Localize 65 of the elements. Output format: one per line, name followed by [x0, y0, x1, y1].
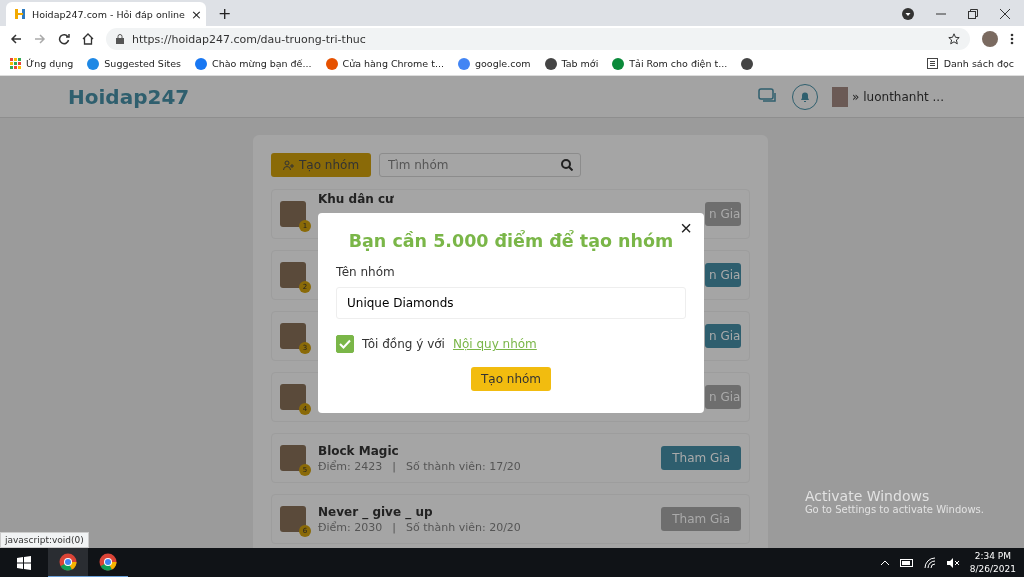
activation-subtitle: Go to Settings to activate Windows.: [804, 504, 984, 515]
submit-button[interactable]: Tạo nhóm: [470, 367, 552, 391]
group-name-input[interactable]: Unique Diamonds: [336, 287, 686, 319]
member-count: Số thành viên: 20/20: [406, 520, 521, 534]
bookmark[interactable]: Suggested Sites: [104, 58, 182, 69]
bookmark[interactable]: google.com: [475, 58, 531, 69]
bookmark[interactable]: Tải Rom cho điện t...: [629, 58, 728, 69]
field-label: Tên nhóm: [336, 265, 396, 279]
address-bar[interactable]: https://hoidap247.com/dau-truong-tri-thuc: [106, 28, 970, 50]
username-menu[interactable]: » luonthanht ...: [852, 89, 944, 104]
bookmark[interactable]: Ứng dụng: [26, 58, 74, 69]
restore-icon[interactable]: [968, 9, 978, 19]
close-icon[interactable]: [1000, 9, 1010, 19]
windows-start-icon[interactable]: [17, 556, 31, 570]
group-name[interactable]: Block Magic: [318, 443, 521, 458]
dialog-title: Bạn cần 5.000 điểm để tạo nhóm: [347, 231, 675, 251]
group-points: Điểm: 2423: [318, 459, 383, 473]
profile-dropdown-icon[interactable]: [902, 8, 914, 20]
search-field[interactable]: Tìm nhóm: [379, 153, 582, 177]
site-icon: [14, 8, 26, 20]
group-name[interactable]: Never _ give _ up: [318, 504, 521, 519]
chrome-icon: [59, 553, 77, 571]
site-icon: [325, 57, 338, 70]
close-dialog-button[interactable]: ×: [676, 217, 696, 240]
close-tab-button[interactable]: ×: [190, 6, 202, 22]
site-icon: [458, 57, 470, 70]
chevron-up-icon[interactable]: [879, 560, 890, 566]
lock-icon: [116, 34, 124, 44]
battery-icon[interactable]: [899, 559, 914, 567]
profile-avatar[interactable]: [982, 31, 998, 47]
clock-time[interactable]: 2:34 PM: [969, 550, 1016, 563]
back-arrow-icon[interactable]: [10, 33, 22, 45]
site-icon: [612, 57, 625, 70]
search-icon[interactable]: [561, 159, 574, 171]
more-menu-icon[interactable]: [1010, 33, 1014, 45]
globe-icon[interactable]: [741, 57, 754, 70]
agree-checkbox[interactable]: [336, 335, 354, 353]
separator: |: [392, 459, 396, 473]
group-points: Điểm: 2030: [318, 520, 383, 534]
separator: |: [392, 520, 396, 534]
status-url: javascript:void(0): [0, 532, 89, 548]
reading-list-icon: [926, 58, 938, 69]
reload-icon[interactable]: [58, 33, 70, 45]
agree-text: Tôi đồng ý với: [362, 337, 445, 351]
bookmark[interactable]: Chào mừng bạn đế...: [212, 58, 312, 69]
avatar[interactable]: [832, 86, 849, 107]
site-icon: [87, 57, 100, 70]
group-name[interactable]: Khu dân cư: [318, 192, 394, 206]
speaker-muted-icon[interactable]: [945, 557, 960, 569]
bookmark[interactable]: Tab mới: [561, 58, 599, 69]
bookmark[interactable]: Cửa hàng Chrome t...: [342, 58, 444, 69]
reading-list-link[interactable]: Danh sách đọc: [943, 58, 1014, 69]
browser-tab[interactable]: Hoidap247.com - Hỏi đáp online ×: [6, 2, 206, 26]
star-icon[interactable]: [948, 33, 960, 45]
add-user-icon: [283, 159, 295, 171]
site-icon: [195, 57, 208, 70]
member-count: Số thành viên: 17/20: [406, 459, 521, 473]
activation-title: Activate Windows: [804, 488, 931, 504]
apps-grid-icon: [10, 58, 21, 69]
wifi-icon[interactable]: [923, 557, 936, 569]
site-icon: [544, 57, 557, 70]
new-tab-button[interactable]: +: [218, 4, 232, 23]
chrome-icon: [99, 553, 117, 571]
home-icon[interactable]: [82, 33, 94, 45]
clock-date[interactable]: 8/26/2021: [969, 563, 1016, 576]
